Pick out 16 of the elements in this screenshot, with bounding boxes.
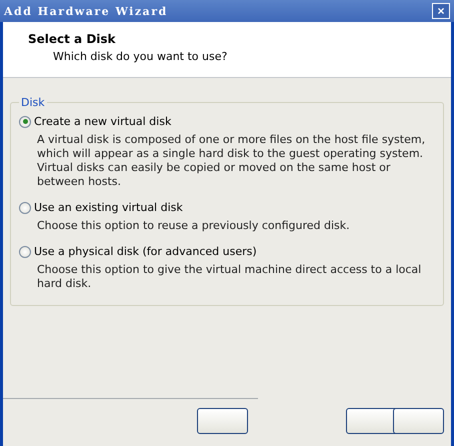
back-button[interactable] (197, 408, 248, 434)
option-description: A virtual disk is composed of one or more files on the host file system, which will appear as a single hard disk to the guest operating system. Virtual disks can easily be copied or moved on the same host or between hosts. (37, 133, 426, 189)
radio-option[interactable]: Use a physical disk (for advanced users) (19, 245, 257, 258)
radio-option[interactable]: Create a new virtual disk (19, 115, 172, 128)
group-label: Disk (20, 96, 46, 109)
radio-button[interactable] (19, 202, 31, 214)
radio-button[interactable] (19, 116, 31, 128)
option-description: Choose this option to give the virtual machine direct access to a local hard disk. (37, 263, 422, 291)
close-button[interactable]: × (432, 3, 450, 19)
page-title: Select a Disk (28, 32, 116, 46)
page-subtitle: Which disk do you want to use? (53, 50, 228, 63)
radio-button[interactable] (19, 246, 31, 258)
window-title: Add Hardware Wizard (4, 4, 168, 18)
radio-option[interactable]: Use an existing virtual disk (19, 201, 183, 214)
option-description: Choose this option to reuse a previously configured disk. (37, 219, 351, 233)
wizard-button[interactable] (392, 408, 444, 434)
